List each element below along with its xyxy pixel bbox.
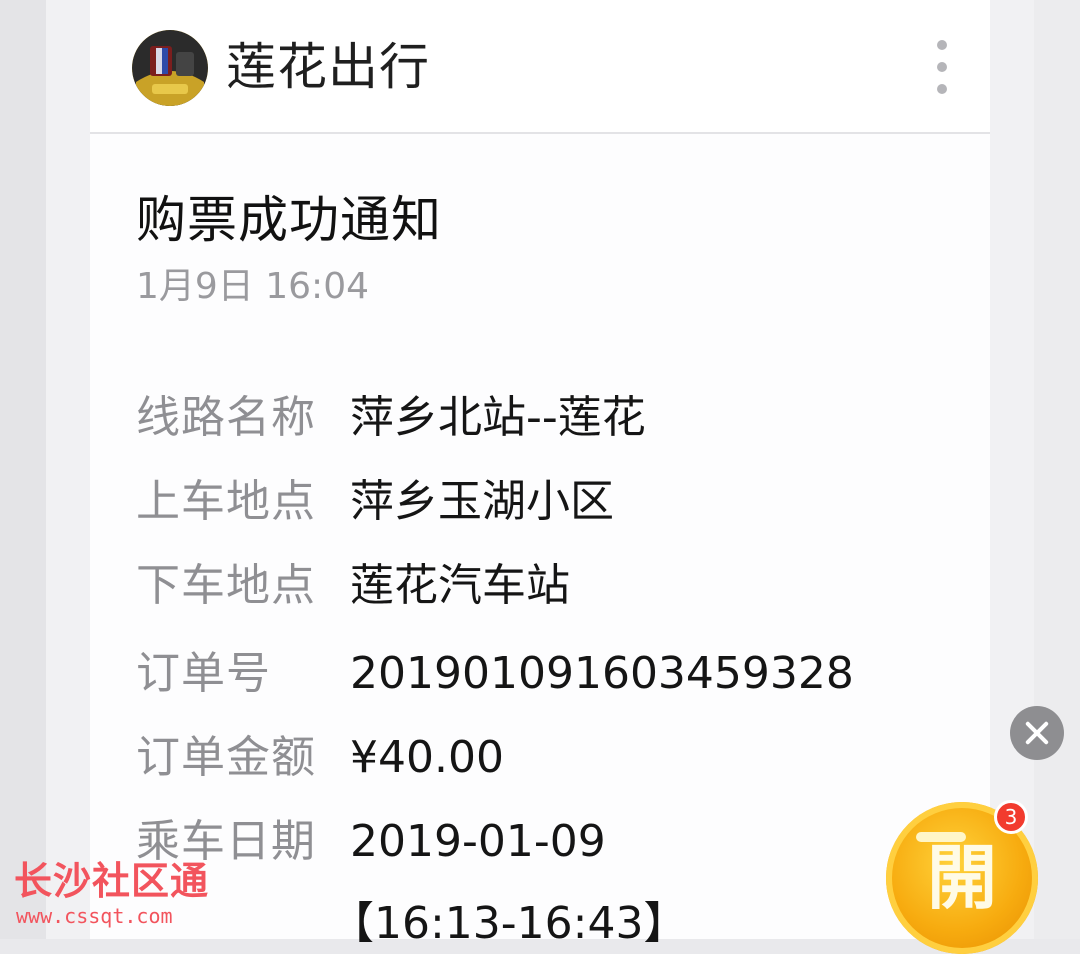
site-watermark: 长沙社区通 www.cssqt.com: [14, 858, 214, 930]
field-value: 萍乡北站--莲花: [350, 392, 646, 443]
left-backdrop: [0, 0, 46, 939]
message-card: 莲花出行 购票成功通知 1月9日 16:04 线路名称 萍乡北站--莲花 上车地…: [90, 0, 990, 949]
dot: [937, 62, 947, 72]
field-value: 201901091603459328: [350, 648, 854, 699]
field-label: 订单号: [136, 648, 271, 699]
field-label: 线路名称: [136, 392, 316, 443]
dot: [937, 40, 947, 50]
account-avatar[interactable]: [132, 30, 208, 106]
field-label: 订单金额: [136, 732, 316, 783]
field-value: 萍乡玉湖小区: [350, 476, 614, 527]
open-label: 開: [927, 837, 997, 919]
field-value: 莲花汽车站: [350, 560, 570, 611]
more-options-icon[interactable]: [928, 36, 956, 98]
field-alighting-point: 下车地点 莲花汽车站: [136, 556, 956, 616]
message-time: 1月9日 16:04: [136, 266, 369, 307]
field-boarding-point: 上车地点 萍乡玉湖小区: [136, 472, 956, 532]
field-order-number: 订单号 201901091603459328: [136, 644, 956, 704]
avatar-image-icon: [132, 30, 208, 106]
left-gutter: [46, 0, 90, 939]
field-order-amount: 订单金额 ¥40.00: [136, 728, 956, 788]
message-title: 购票成功通知: [136, 191, 442, 249]
field-route: 线路名称 萍乡北站--莲花: [136, 388, 956, 448]
watermark-title: 长沙社区通: [14, 859, 210, 903]
right-backdrop: [1034, 0, 1080, 939]
field-value-time-range: 【16:13-16:43】: [330, 898, 688, 949]
right-gutter: [990, 0, 1034, 939]
card-header: 莲花出行: [90, 0, 990, 134]
close-float-button[interactable]: [1010, 706, 1064, 760]
field-label: 上车地点: [136, 476, 316, 527]
dot: [937, 84, 947, 94]
field-label: 下车地点: [136, 560, 316, 611]
notification-badge: 3: [994, 800, 1028, 834]
field-ride-date: 乘车日期 2019-01-09 【16:13-16:43】: [136, 812, 956, 949]
field-value: 2019-01-09: [350, 816, 606, 867]
watermark-url: www.cssqt.com: [16, 904, 173, 928]
field-value: ¥40.00: [350, 732, 504, 783]
account-name: 莲花出行: [226, 38, 430, 96]
